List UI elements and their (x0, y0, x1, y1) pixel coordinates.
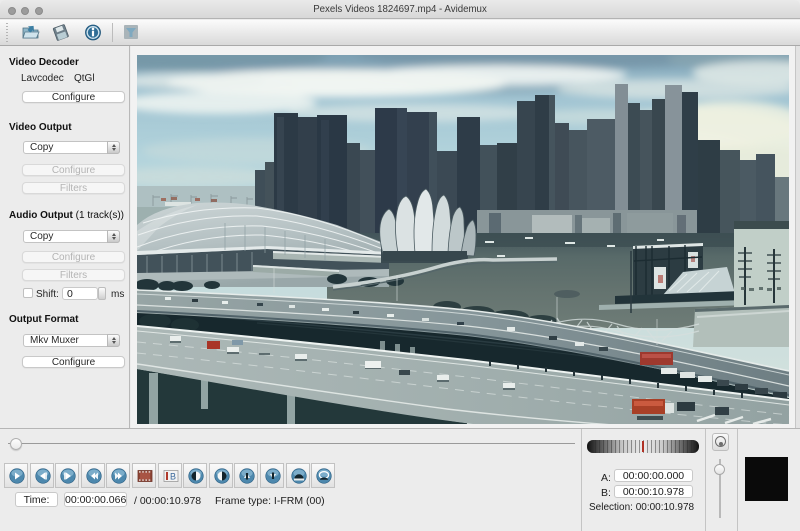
svg-text:B: B (170, 472, 176, 482)
